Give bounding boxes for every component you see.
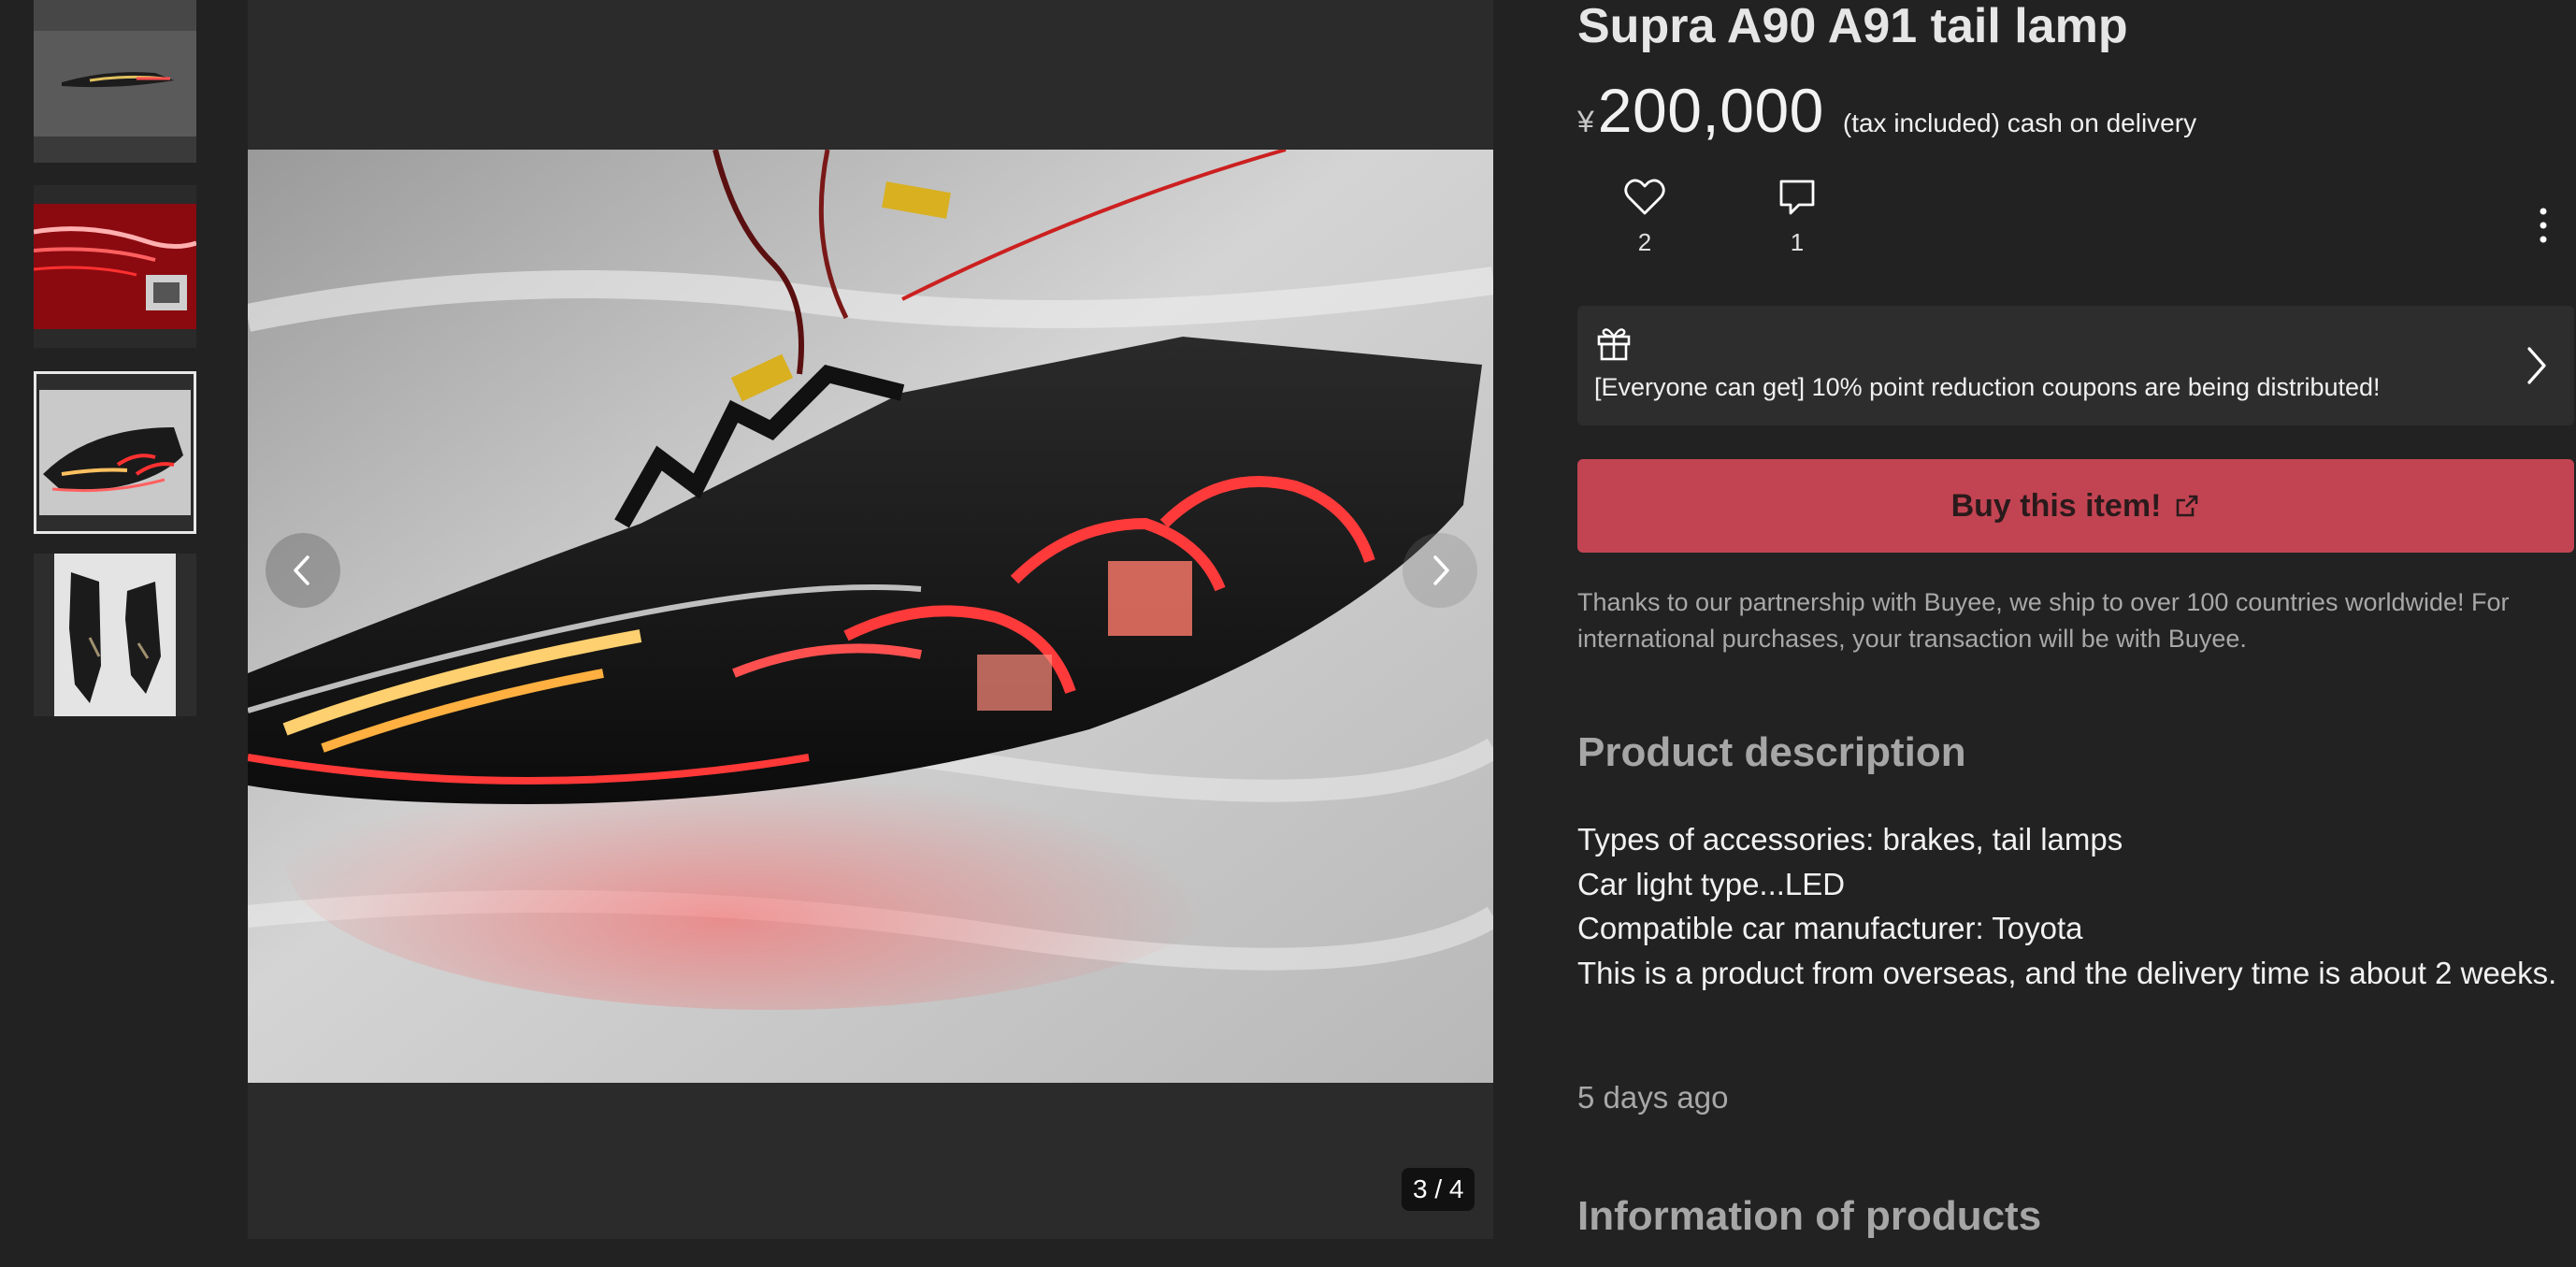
thumbnail-1[interactable] <box>34 0 196 163</box>
coupon-text: [Everyone can get] 10% point reduction c… <box>1594 373 2381 401</box>
chevron-left-icon <box>294 555 309 585</box>
chevron-right-icon <box>2527 347 2546 384</box>
product-page: 3 / 4 Supra A90 A91 tail lamp ¥ 200,000 … <box>0 0 2576 1267</box>
product-description: Types of accessories: brakes, tail lamps… <box>1577 817 2569 995</box>
next-image-button[interactable] <box>1403 533 1477 608</box>
currency-symbol: ¥ <box>1577 105 1594 138</box>
description-line: Compatible car manufacturer: Toyota <box>1577 911 2083 945</box>
comment-count: 1 <box>1790 228 1805 256</box>
thumbnail-2[interactable] <box>34 185 196 348</box>
previous-image-button[interactable] <box>266 533 340 608</box>
price-row: ¥ 200,000 (tax included) cash on deliver… <box>1577 75 2196 146</box>
chevron-right-icon <box>1433 555 1449 585</box>
external-link-icon <box>2177 495 2198 517</box>
buy-button-label: Buy this item! <box>1950 487 2162 524</box>
gift-icon <box>1597 328 1631 361</box>
product-title: Supra A90 A91 tail lamp <box>1577 0 2128 53</box>
product-info-heading: Information of products <box>1577 1193 2042 1239</box>
buy-button[interactable]: Buy this item! <box>1577 459 2574 553</box>
description-line: Car light type...LED <box>1577 866 1846 901</box>
product-main-image <box>248 150 1493 1083</box>
partner-note: Thanks to our partnership with Buyee, we… <box>1577 588 2510 653</box>
description-line: This is a product from overseas, and the… <box>1577 955 2557 990</box>
more-vertical-icon <box>2540 208 2547 243</box>
price: 200,000 <box>1597 76 1824 145</box>
like-button[interactable]: 2 <box>1603 174 1687 257</box>
description-heading: Product description <box>1577 729 1966 775</box>
more-options-button[interactable] <box>2529 202 2557 249</box>
description-line: Types of accessories: brakes, tail lamps <box>1577 822 2123 857</box>
posted-time: 5 days ago <box>1577 1080 1729 1115</box>
comment-icon <box>1779 180 1815 215</box>
thumbnail-3[interactable] <box>34 371 196 534</box>
like-count: 2 <box>1637 228 1652 256</box>
heart-icon <box>1624 179 1665 215</box>
item-actions: 2 1 <box>1577 174 2576 267</box>
price-note: (tax included) cash on delivery <box>1842 108 2197 137</box>
comment-button[interactable]: 1 <box>1755 174 1839 257</box>
image-counter: 3 / 4 <box>1402 1168 1475 1211</box>
coupon-banner[interactable]: [Everyone can get] 10% point reduction c… <box>1577 306 2574 425</box>
image-viewer: 3 / 4 <box>248 0 1493 1239</box>
thumbnail-4[interactable] <box>34 554 196 716</box>
